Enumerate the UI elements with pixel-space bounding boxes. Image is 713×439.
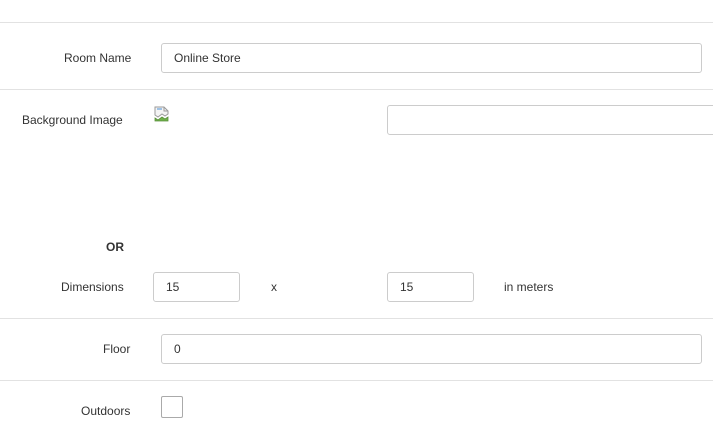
room-name-label: Room Name	[64, 51, 132, 65]
divider	[0, 22, 713, 23]
dimension-separator: x	[271, 280, 277, 294]
dimension-width-input[interactable]	[153, 272, 240, 302]
room-settings-form: Room Name Background Image OR Dimensions…	[0, 0, 713, 439]
divider	[0, 380, 713, 381]
or-label: OR	[106, 240, 124, 254]
outdoors-label: Outdoors	[81, 404, 131, 418]
background-image-url-input[interactable]	[387, 105, 713, 135]
divider	[0, 318, 713, 319]
background-image-label: Background Image	[22, 113, 123, 127]
broken-image-icon	[154, 106, 169, 122]
outdoors-checkbox[interactable]	[161, 396, 183, 418]
floor-input[interactable]	[161, 334, 702, 364]
dimension-height-input[interactable]	[387, 272, 474, 302]
floor-label: Floor	[103, 342, 131, 356]
divider	[0, 89, 713, 90]
dimensions-label: Dimensions	[61, 280, 124, 294]
dimension-unit-label: in meters	[504, 280, 554, 294]
room-name-input[interactable]	[161, 43, 702, 73]
